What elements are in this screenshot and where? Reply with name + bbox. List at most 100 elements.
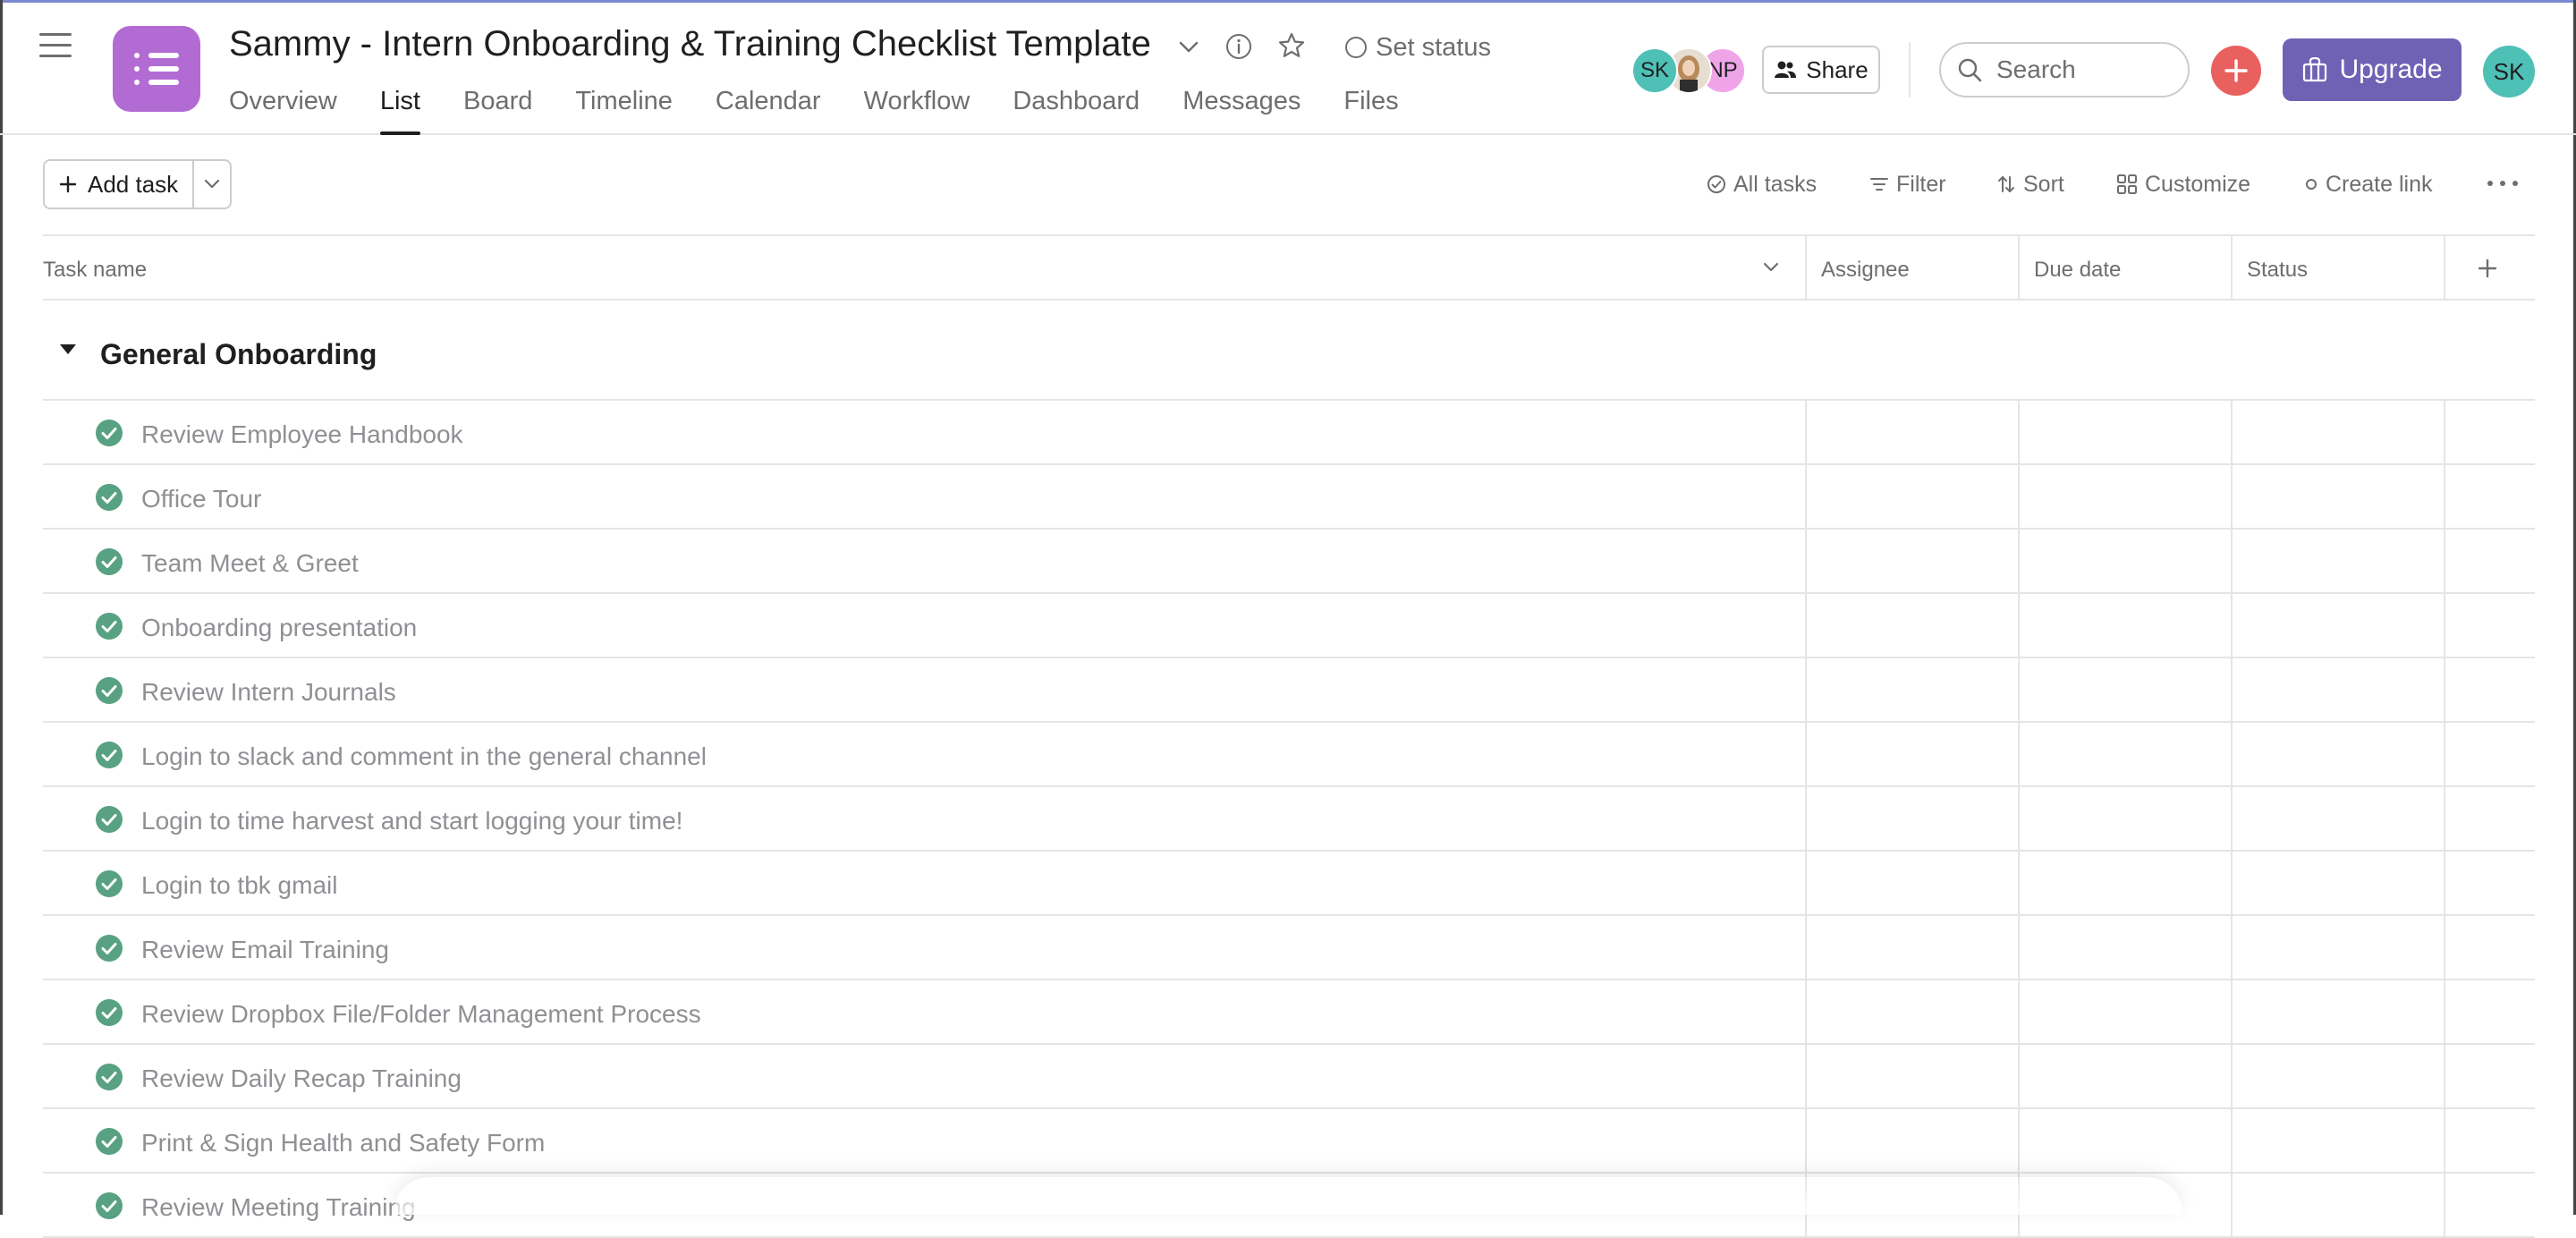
task-row[interactable]: Print & Sign Health and Safety Form — [43, 1109, 2535, 1174]
status-cell[interactable] — [2233, 1045, 2444, 1109]
due-date-cell[interactable] — [2020, 852, 2231, 916]
column-header-task-name[interactable]: Task name — [43, 258, 147, 283]
status-cell[interactable] — [2233, 1109, 2444, 1174]
tab-board[interactable]: Board — [463, 87, 532, 131]
assignee-cell[interactable] — [1807, 594, 2018, 658]
upgrade-button[interactable]: Upgrade — [2283, 38, 2462, 101]
task-name[interactable]: Login to slack and comment in the genera… — [141, 742, 707, 771]
task-name[interactable]: Team Meet & Greet — [141, 549, 359, 578]
status-cell[interactable] — [2233, 401, 2444, 465]
avatar[interactable]: SK — [1631, 47, 1678, 94]
tab-dashboard[interactable]: Dashboard — [1013, 87, 1140, 131]
task-name[interactable]: Office Tour — [141, 485, 261, 513]
due-date-cell[interactable] — [2020, 723, 2231, 787]
due-date-cell[interactable] — [2020, 787, 2231, 852]
assignee-cell[interactable] — [1807, 401, 2018, 465]
task-row[interactable]: Login to slack and comment in the genera… — [43, 723, 2535, 787]
user-avatar[interactable]: SK — [2483, 46, 2535, 98]
check-complete-icon[interactable] — [95, 612, 123, 640]
task-row[interactable]: Login to tbk gmail — [43, 852, 2535, 916]
status-cell[interactable] — [2233, 658, 2444, 723]
chevron-down-icon[interactable] — [1177, 35, 1200, 58]
more-options-icon[interactable] — [2485, 177, 2521, 190]
check-complete-icon[interactable] — [95, 547, 123, 576]
due-date-cell[interactable] — [2020, 658, 2231, 723]
check-complete-icon[interactable] — [95, 1127, 123, 1156]
chevron-down-icon[interactable] — [1762, 261, 1780, 274]
status-cell[interactable] — [2233, 787, 2444, 852]
status-cell[interactable] — [2233, 530, 2444, 594]
sidebar-menu-icon[interactable] — [39, 33, 72, 60]
task-name[interactable]: Review Daily Recap Training — [141, 1064, 462, 1093]
search-input[interactable] — [1995, 55, 2159, 85]
due-date-cell[interactable] — [2020, 530, 2231, 594]
check-complete-icon[interactable] — [95, 1063, 123, 1091]
task-name[interactable]: Review Employee Handbook — [141, 420, 463, 449]
info-icon[interactable] — [1225, 33, 1252, 60]
due-date-cell[interactable] — [2020, 465, 2231, 530]
check-complete-icon[interactable] — [95, 419, 123, 447]
assignee-cell[interactable] — [1807, 852, 2018, 916]
status-cell[interactable] — [2233, 852, 2444, 916]
status-cell[interactable] — [2233, 980, 2444, 1045]
tab-messages[interactable]: Messages — [1182, 87, 1301, 131]
status-cell[interactable] — [2233, 465, 2444, 530]
quick-add-button[interactable] — [2211, 46, 2261, 96]
task-row[interactable]: Review Intern Journals — [43, 658, 2535, 723]
sort-button[interactable]: Sort — [1996, 166, 2064, 202]
column-header-assignee[interactable]: Assignee — [1821, 258, 1910, 283]
tab-overview[interactable]: Overview — [229, 87, 337, 131]
caret-down-icon[interactable] — [57, 338, 79, 360]
tab-list[interactable]: List — [379, 87, 421, 135]
assignee-cell[interactable] — [1807, 1045, 2018, 1109]
assignee-cell[interactable] — [1807, 787, 2018, 852]
due-date-cell[interactable] — [2020, 594, 2231, 658]
column-header-status[interactable]: Status — [2247, 258, 2308, 283]
filter-button[interactable]: Filter — [1869, 166, 1946, 202]
task-name[interactable]: Print & Sign Health and Safety Form — [141, 1129, 545, 1157]
project-title[interactable]: Sammy - Intern Onboarding & Training Che… — [229, 24, 1151, 64]
task-name[interactable]: Login to tbk gmail — [141, 871, 337, 900]
tab-timeline[interactable]: Timeline — [575, 87, 673, 131]
task-name[interactable]: Login to time harvest and start logging … — [141, 807, 682, 835]
check-complete-icon[interactable] — [95, 998, 123, 1027]
due-date-cell[interactable] — [2020, 401, 2231, 465]
check-complete-icon[interactable] — [95, 934, 123, 962]
task-row[interactable]: Login to time harvest and start logging … — [43, 787, 2535, 852]
assignee-cell[interactable] — [1807, 530, 2018, 594]
assignee-cell[interactable] — [1807, 916, 2018, 980]
section-title[interactable]: General Onboarding — [100, 338, 377, 371]
tab-calendar[interactable]: Calendar — [716, 87, 821, 131]
task-row[interactable]: Onboarding presentation — [43, 594, 2535, 658]
task-name[interactable]: Review Email Training — [141, 936, 389, 964]
column-header-due-date[interactable]: Due date — [2034, 258, 2121, 283]
status-cell[interactable] — [2233, 594, 2444, 658]
due-date-cell[interactable] — [2020, 980, 2231, 1045]
tab-files[interactable]: Files — [1343, 87, 1398, 131]
task-row[interactable]: Review Dropbox File/Folder Management Pr… — [43, 980, 2535, 1045]
task-row[interactable]: Team Meet & Greet — [43, 530, 2535, 594]
all-tasks-button[interactable]: All tasks — [1707, 166, 1817, 202]
assignee-cell[interactable] — [1807, 980, 2018, 1045]
check-complete-icon[interactable] — [95, 483, 123, 512]
due-date-cell[interactable] — [2020, 1174, 2231, 1238]
create-link-button[interactable]: Create link — [2304, 166, 2433, 202]
assignee-cell[interactable] — [1807, 1109, 2018, 1174]
add-column-plus-icon[interactable] — [2478, 259, 2497, 278]
assignee-cell[interactable] — [1807, 723, 2018, 787]
search-field[interactable] — [1939, 42, 2190, 98]
customize-button[interactable]: Customize — [2116, 166, 2250, 202]
tab-workflow[interactable]: Workflow — [864, 87, 970, 131]
due-date-cell[interactable] — [2020, 1045, 2231, 1109]
task-name[interactable]: Review Meeting Training — [141, 1193, 416, 1222]
task-name[interactable]: Review Intern Journals — [141, 678, 396, 707]
check-complete-icon[interactable] — [95, 1191, 123, 1220]
status-cell[interactable] — [2233, 916, 2444, 980]
assignee-cell[interactable] — [1807, 658, 2018, 723]
share-button[interactable]: Share — [1762, 46, 1880, 94]
check-complete-icon[interactable] — [95, 805, 123, 834]
due-date-cell[interactable] — [2020, 916, 2231, 980]
task-row[interactable]: Review Email Training — [43, 916, 2535, 980]
task-row[interactable]: Review Meeting Training — [43, 1174, 2535, 1238]
task-row[interactable]: Review Employee Handbook — [43, 401, 2535, 465]
